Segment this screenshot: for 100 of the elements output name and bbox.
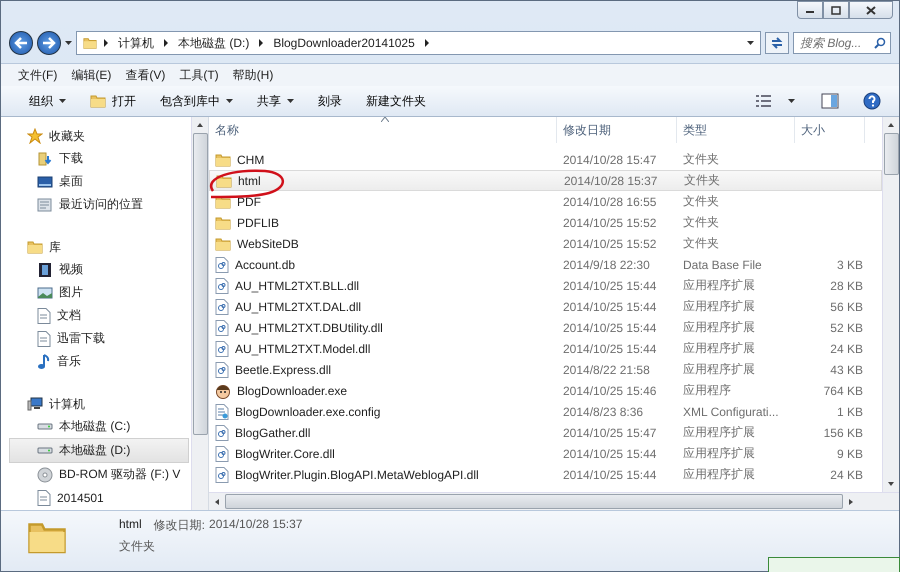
file-row[interactable]: Account.db 2014/9/18 22:30 Data Base File 3 KB	[209, 254, 882, 275]
size-cell-text: 9 KB	[836, 446, 864, 460]
file-row[interactable]: Beetle.Express.dll 2014/8/22 21:58 应用程序扩展 43 KB	[209, 359, 882, 380]
scroll-thumb[interactable]	[192, 133, 208, 435]
toolbar-button[interactable]: 新建文件夹	[356, 90, 436, 112]
disc-icon	[37, 466, 53, 482]
sidebar-scrollbar[interactable]	[191, 117, 208, 510]
type-cell-text: 应用程序扩展	[682, 466, 756, 483]
menu-item[interactable]: 文件(F)	[11, 64, 64, 86]
file-row[interactable]: BlogWriter.Plugin.BlogAPI.MetaWeblogAPI.dll 2014/10/25 15:44 应用程序扩展 24 KB	[209, 464, 882, 485]
scroll-thumb[interactable]	[884, 133, 898, 175]
file-row[interactable]: AU_HTML2TXT.Model.dll 2014/10/25 15:44 应用程序扩展 24 KB	[209, 338, 882, 359]
sidebar-item[interactable]: 文档	[1, 304, 189, 327]
desktop-icon	[37, 174, 53, 190]
menu-item[interactable]: 编辑(E)	[64, 64, 118, 86]
file-row[interactable]: AU_HTML2TXT.DBUtility.dll 2014/10/25 15:44 应用程序扩展 52 KB	[209, 317, 882, 338]
search-field[interactable]: 搜索 Blog...	[793, 32, 891, 54]
toolbar-button[interactable]: 打开	[80, 90, 146, 112]
details-date: 2014/10/28 15:37	[209, 517, 302, 533]
file-row[interactable]: AU_HTML2TXT.DAL.dll 2014/10/25 15:44 应用程序扩展 56 KB	[209, 296, 882, 317]
refresh-icon	[770, 36, 784, 50]
document-icon	[37, 308, 51, 324]
file-list-scrollbar[interactable]	[882, 117, 899, 492]
drive-icon	[37, 423, 53, 430]
file-row[interactable]: BlogDownloader.exe 2014/10/25 15:46 应用程序 764 KB	[209, 380, 882, 401]
caret-icon	[287, 99, 294, 103]
toolbar-button[interactable]: 共享	[247, 90, 304, 112]
refresh-button[interactable]	[765, 32, 789, 54]
file-icon	[215, 320, 229, 336]
sidebar-item[interactable]: 下载	[1, 147, 189, 170]
file-name: AU_HTML2TXT.DAL.dll	[235, 300, 362, 314]
file-row[interactable]: WebSiteDB 2014/10/25 15:52 文件夹	[209, 233, 882, 254]
file-row[interactable]: AU_HTML2TXT.BLL.dll 2014/10/25 15:44 应用程序扩展 28 KB	[209, 275, 882, 296]
library-icon	[27, 239, 43, 255]
column-header[interactable]: 大小	[795, 117, 865, 143]
dropdown-caret-icon	[747, 41, 754, 45]
breadcrumb[interactable]: 计算机	[115, 34, 157, 52]
sidebar-item[interactable]: 视频	[1, 258, 189, 281]
file-icon	[215, 362, 229, 378]
file-row[interactable]: BlogGather.dll 2014/10/25 15:47 应用程序扩展 156 KB	[209, 422, 882, 443]
sidebar-item[interactable]: 本地磁盘 (D:)	[9, 438, 189, 463]
star-icon	[27, 128, 43, 144]
chevron-icon[interactable]	[258, 39, 264, 47]
date-cell-text: 2014/10/25 15:44	[562, 446, 658, 460]
file-row[interactable]: BlogDownloader.exe.config 2014/8/23 8:36 XML Configurati... 1 KB	[209, 401, 882, 422]
forward-button[interactable]	[37, 31, 61, 55]
chevron-icon[interactable]	[424, 39, 430, 47]
history-caret-icon	[65, 41, 72, 45]
sidebar-group[interactable]: 库	[49, 238, 61, 256]
view-caret-icon	[788, 99, 795, 103]
preview-pane-icon[interactable]	[821, 93, 839, 109]
sidebar-item[interactable]: 2014501	[1, 486, 189, 509]
document-icon	[37, 330, 51, 346]
file-row[interactable]: BlogWriter.Core.dll 2014/10/25 15:44 应用程序扩展 9 KB	[209, 443, 882, 464]
file-row[interactable]: CHM 2014/10/28 15:47 文件夹	[209, 149, 882, 170]
sidebar-group[interactable]: 计算机	[49, 396, 85, 412]
address-bar[interactable]: 计算机 本地磁盘 (D:) BlogDownloader20141025	[76, 31, 761, 55]
sidebar-item[interactable]: BD-ROM 驱动器 (F:) V	[1, 463, 189, 486]
sidebar-item[interactable]: 迅雷下载	[1, 327, 189, 350]
sidebar-item[interactable]: 最近访问的位置	[1, 193, 189, 216]
menu-item[interactable]: 工具(T)	[172, 64, 226, 86]
column-header[interactable]: 修改日期	[557, 117, 677, 143]
search-icon	[874, 37, 886, 49]
file-icon	[215, 446, 229, 462]
minimize-button[interactable]	[797, 1, 823, 19]
sidebar-item[interactable]: 桌面	[1, 170, 189, 193]
computer-icon	[27, 396, 43, 412]
menu-item[interactable]: 帮助(H)	[226, 64, 280, 86]
breadcrumb[interactable]: 本地磁盘 (D:)	[175, 34, 252, 52]
chevron-icon[interactable]	[103, 39, 109, 47]
picture-icon	[37, 284, 53, 300]
sidebar-item[interactable]: 图片	[1, 281, 189, 304]
maximize-button[interactable]	[823, 1, 849, 19]
horizontal-scrollbar[interactable]	[209, 492, 899, 510]
breadcrumb[interactable]: BlogDownloader20141025	[270, 36, 418, 50]
file-row[interactable]: html 2014/10/28 15:37 文件夹	[209, 170, 882, 191]
toolbar-button[interactable]: 组织	[19, 90, 76, 112]
sidebar-item[interactable]: 本地磁盘 (C:)	[1, 415, 189, 438]
scroll-thumb[interactable]	[225, 494, 843, 509]
chevron-icon[interactable]	[163, 39, 169, 47]
sidebar-item[interactable]: 音乐	[1, 350, 189, 373]
toolbar-button[interactable]: 刻录	[308, 90, 352, 112]
close-button[interactable]	[849, 1, 893, 19]
download-folder-icon	[37, 150, 53, 166]
type-cell-text: 应用程序扩展	[682, 424, 756, 441]
toolbar-button[interactable]: 包含到库中	[150, 90, 243, 112]
column-header[interactable]: 类型	[677, 117, 795, 143]
sidebar-group[interactable]: 收藏夹	[49, 128, 85, 144]
column-header[interactable]: 名称	[209, 117, 557, 143]
drive-icon	[37, 447, 53, 454]
file-name: BlogWriter.Core.dll	[235, 446, 335, 460]
file-name: AU_HTML2TXT.Model.dll	[235, 342, 370, 356]
type-cell-text: 应用程序扩展	[682, 277, 756, 294]
menu-item[interactable]: 查看(V)	[118, 64, 172, 86]
help-icon[interactable]	[863, 92, 881, 110]
file-row[interactable]: PDF 2014/10/28 16:55 文件夹	[209, 191, 882, 212]
view-list-icon[interactable]	[756, 95, 772, 107]
back-button[interactable]	[9, 31, 33, 55]
file-row[interactable]: PDFLIB 2014/10/25 15:52 文件夹	[209, 212, 882, 233]
file-name: BlogDownloader.exe.config	[235, 404, 380, 418]
